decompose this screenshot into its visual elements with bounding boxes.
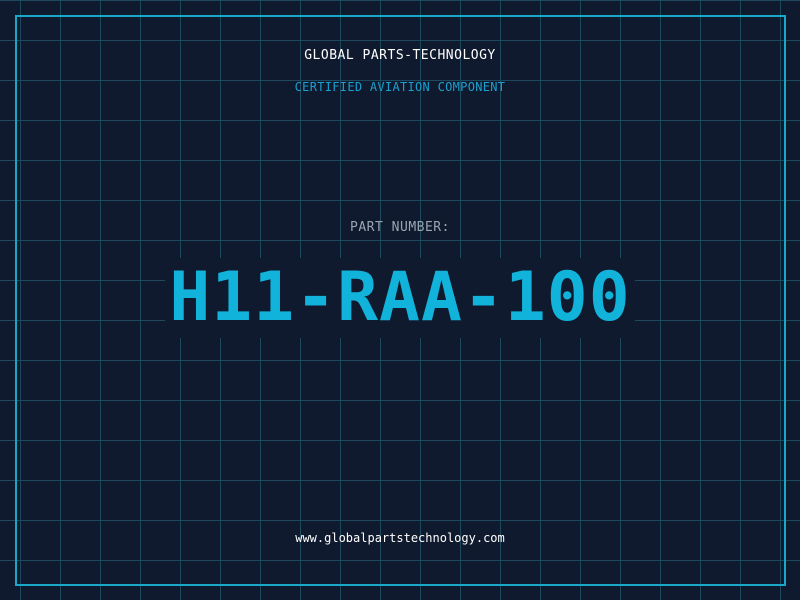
part-number-value: H11-RAA-100 [165, 258, 635, 338]
tagline: CERTIFIED AVIATION COMPONENT [294, 80, 506, 94]
part-number-container: H11-RAA-100 [0, 258, 800, 338]
part-number-label: PART NUMBER: [350, 220, 450, 235]
company-name: GLOBAL PARTS-TECHNOLOGY [304, 48, 496, 63]
website-url: www.globalpartstechnology.com [295, 531, 505, 545]
